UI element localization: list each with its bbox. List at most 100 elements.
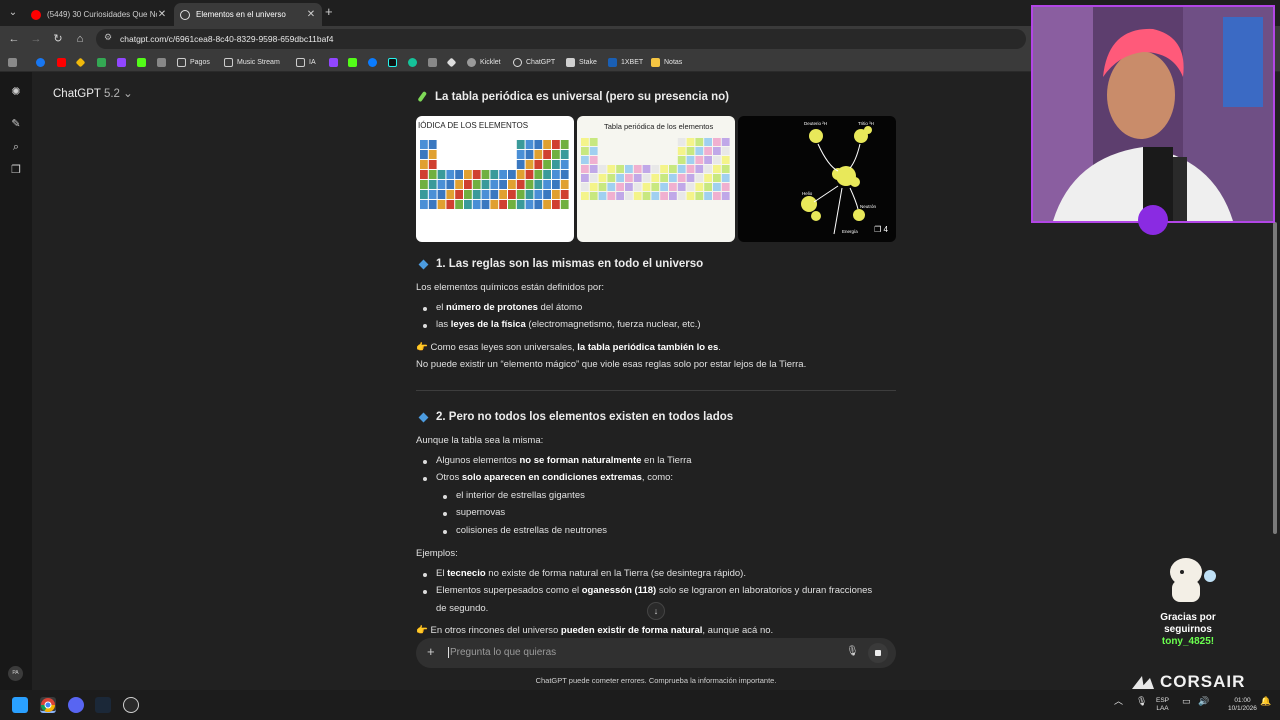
microphone-icon[interactable]: 🎙 bbox=[846, 646, 859, 657]
back-arrow-icon[interactable]: ← bbox=[6, 31, 22, 47]
periodic-cell bbox=[695, 147, 704, 155]
bookmark-kicklet[interactable]: Kicklet bbox=[467, 56, 501, 68]
diamond-bookmark-icon[interactable] bbox=[446, 56, 459, 68]
periodic-cell bbox=[455, 200, 463, 209]
obs-taskbar-icon[interactable] bbox=[123, 697, 139, 713]
discord-taskbar-icon[interactable] bbox=[68, 697, 84, 713]
bookmark-stake[interactable]: Stake bbox=[566, 56, 597, 68]
apps-grid-icon[interactable] bbox=[8, 56, 21, 68]
tray-overflow-icon[interactable]: ︿ bbox=[1114, 697, 1123, 706]
periodic-cell bbox=[651, 192, 660, 200]
extension-bookmark-icon[interactable] bbox=[428, 56, 441, 68]
periodic-cell bbox=[642, 174, 651, 182]
periodic-cell bbox=[543, 160, 551, 169]
youtube-bookmark-icon[interactable] bbox=[57, 56, 70, 68]
extension-bookmark-icon[interactable] bbox=[157, 56, 170, 68]
scrollbar-thumb[interactable] bbox=[1273, 222, 1277, 534]
periodic-cell bbox=[437, 190, 446, 199]
periodic-cell bbox=[490, 180, 499, 189]
periodic-cell bbox=[552, 150, 560, 159]
new-chat-icon[interactable]: ✎ bbox=[9, 117, 23, 131]
nucleosynthesis-diagram-image[interactable]: Deuterio ²H Tritio ³H Helio Neutrón Ener… bbox=[738, 116, 896, 242]
notes-icon bbox=[651, 57, 660, 67]
volume-icon[interactable]: 🔊 bbox=[1198, 697, 1209, 706]
stop-button[interactable] bbox=[868, 643, 888, 663]
periodic-cell bbox=[455, 180, 463, 189]
twitch-bookmark-icon[interactable] bbox=[117, 56, 130, 68]
close-tab-icon[interactable]: ✕ bbox=[157, 9, 167, 20]
periodic-cell bbox=[713, 183, 721, 191]
kick-bookmark-icon[interactable] bbox=[348, 56, 361, 68]
windows-start-icon[interactable] bbox=[12, 697, 28, 713]
periodic-cell bbox=[713, 165, 721, 173]
bookmark-folder-pagos[interactable]: Pagos bbox=[177, 56, 210, 68]
periodic-cell bbox=[686, 165, 695, 173]
bookmark-notas[interactable]: Notas bbox=[651, 56, 682, 68]
site-info-icon[interactable]: ⚙ bbox=[104, 32, 112, 43]
network-icon[interactable]: ▭ bbox=[1182, 697, 1191, 706]
periodic-cell bbox=[525, 150, 534, 159]
grammarly-bookmark-icon[interactable] bbox=[408, 56, 421, 68]
bookmark-folder-ia[interactable]: IA bbox=[296, 56, 316, 68]
periodic-cell bbox=[695, 183, 704, 191]
periodic-cell bbox=[481, 190, 490, 199]
periodic-cell bbox=[713, 138, 721, 146]
periodic-cell bbox=[534, 180, 543, 189]
library-icon[interactable]: ❐ bbox=[9, 163, 23, 177]
notifications-icon[interactable]: 🔔 bbox=[1260, 697, 1271, 706]
image-gallery: IÓDICA DE LOS ELEMENTOS Tabla periódica … bbox=[416, 116, 896, 242]
periodic-cell bbox=[589, 138, 598, 146]
stake-icon bbox=[566, 57, 575, 67]
clock[interactable]: 01:00 10/1/2026 bbox=[1228, 697, 1257, 713]
kick-bookmark-icon[interactable] bbox=[137, 56, 150, 68]
bookmark-folder-music-stream[interactable]: Music Stream bbox=[224, 56, 280, 68]
periodic-cell bbox=[616, 165, 624, 173]
home-icon[interactable]: ⌂ bbox=[72, 31, 88, 47]
tab-chatgpt[interactable]: Elementos en el universo ✕ bbox=[174, 3, 322, 26]
avatar[interactable]: PA bbox=[8, 666, 23, 681]
periodic-cell bbox=[420, 190, 428, 199]
periodic-table-image-1[interactable]: IÓDICA DE LOS ELEMENTOS bbox=[416, 116, 574, 242]
periodic-cell bbox=[490, 190, 499, 199]
periodic-cell bbox=[713, 192, 721, 200]
periodic-cell bbox=[516, 180, 525, 189]
language-indicator[interactable]: ESP LAA bbox=[1156, 697, 1169, 713]
close-tab-icon[interactable]: ✕ bbox=[306, 9, 316, 20]
bookmark-1xbet[interactable]: 1XBET bbox=[608, 56, 643, 68]
periodic-cell bbox=[420, 180, 428, 189]
tab-search-icon[interactable]: ⌄ bbox=[5, 5, 21, 21]
meta-bookmark-icon[interactable] bbox=[368, 56, 381, 68]
microphone-tray-icon[interactable]: 🎙 bbox=[1136, 697, 1147, 706]
url-text[interactable]: chatgpt.com/c/6961cea8-8c40-8329-9598-65… bbox=[120, 34, 333, 44]
periodic-cell bbox=[455, 190, 463, 199]
periodic-cell bbox=[525, 140, 534, 149]
periodic-cell bbox=[508, 180, 516, 189]
prompt-input[interactable]: Pregunta lo que quieras bbox=[448, 647, 556, 658]
tab-youtube[interactable]: (5449) 30 Curiosidades Que No ✕ bbox=[25, 3, 173, 26]
forward-arrow-icon[interactable]: → bbox=[28, 31, 44, 47]
periodic-cell bbox=[525, 170, 534, 179]
periodic-cell bbox=[428, 180, 437, 189]
facebook-bookmark-icon[interactable] bbox=[36, 56, 49, 68]
periodic-cell bbox=[713, 147, 721, 155]
paragraph: Los elementos químicos están definidos p… bbox=[416, 282, 604, 293]
binance-bookmark-icon[interactable] bbox=[75, 56, 88, 68]
bookmark-chatgpt[interactable]: ChatGPT bbox=[513, 56, 555, 68]
twitch-bookmark-icon[interactable] bbox=[329, 56, 342, 68]
periodic-table-image-2[interactable]: Tabla periódica de los elementos bbox=[577, 116, 735, 242]
steam-taskbar-icon[interactable] bbox=[95, 697, 111, 713]
periodic-cell bbox=[516, 190, 525, 199]
chrome-taskbar-icon[interactable] bbox=[40, 697, 56, 713]
tiktok-bookmark-icon[interactable] bbox=[388, 56, 401, 68]
reload-icon[interactable]: ↻ bbox=[50, 31, 66, 47]
address-bar[interactable]: ⚙ chatgpt.com/c/6961cea8-8c40-8329-9598-… bbox=[96, 29, 1026, 49]
scroll-to-bottom-button[interactable]: ↓ bbox=[647, 602, 665, 620]
windows-taskbar: ︿ 🎙 ESP LAA ▭ 🔊 01:00 10/1/2026 🔔 bbox=[0, 690, 1280, 720]
model-selector[interactable]: ChatGPT 5.2 ⌄ bbox=[53, 86, 133, 100]
openai-logo-icon[interactable]: ✺ bbox=[9, 85, 23, 99]
search-icon[interactable]: ⌕ bbox=[9, 140, 23, 154]
plus-icon[interactable]: + bbox=[427, 644, 435, 659]
new-tab-button[interactable]: + bbox=[325, 4, 333, 19]
drive-bookmark-icon[interactable] bbox=[97, 56, 110, 68]
tab-title: Elementos en el universo bbox=[196, 10, 286, 19]
